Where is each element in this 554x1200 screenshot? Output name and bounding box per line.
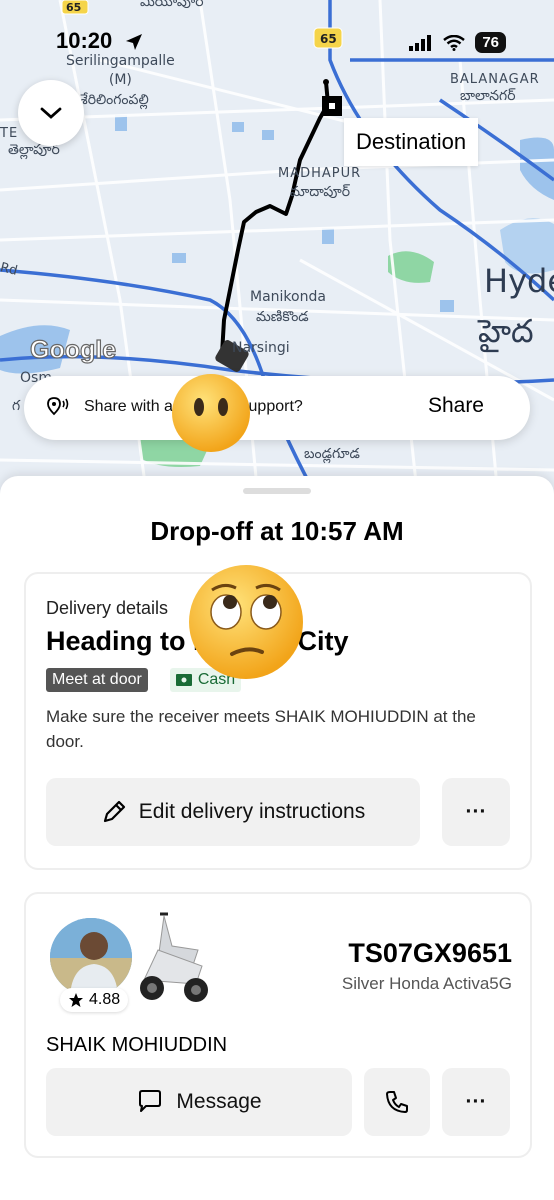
share-trip-bar[interactable]: Share with a friend or support? Share <box>24 376 530 440</box>
sheet-drag-handle[interactable] <box>243 488 311 494</box>
map-label: గ <box>12 398 21 414</box>
status-bar: 10:20 76 <box>0 0 554 70</box>
emoji-sticker-icon <box>172 374 250 452</box>
driver-photo <box>50 918 132 996</box>
map-label: మాదాపూర్ <box>290 184 351 200</box>
edit-delivery-instructions-button[interactable]: Edit delivery instructions <box>46 778 420 846</box>
rating-value: 4.88 <box>89 991 121 1008</box>
delivery-details-label: Delivery details <box>46 598 169 618</box>
phone-icon <box>386 1091 408 1113</box>
chevron-down-icon <box>40 107 62 119</box>
driver-card: 4.88 TS07GX9651 Silver Honda Activa5G SH… <box>24 892 532 1158</box>
map-label: Manikonda <box>250 289 326 305</box>
meet-at-door-badge: Meet at door <box>46 668 148 692</box>
star-icon <box>69 993 83 1007</box>
map-label: మణికొండ <box>256 309 309 325</box>
map-label: MADHAPUR <box>278 166 362 181</box>
map-label: బండ్లగూడ <box>304 446 360 462</box>
dropoff-time-title: Drop-off at 10:57 AM <box>150 516 404 546</box>
chat-bubble-icon <box>139 1090 162 1112</box>
status-time: 10:20 <box>56 28 113 53</box>
license-plate: TS07GX9651 <box>348 938 512 968</box>
message-driver-button[interactable]: Message <box>46 1068 352 1136</box>
google-attribution: Google <box>29 335 117 364</box>
map-view[interactable]: 65 65 మియాపూర్ Serilingampalle (M) శేరిల… <box>0 0 554 520</box>
driver-name: SHAIK MOHIUDDIN <box>46 1034 228 1056</box>
map-label: హైద <box>478 312 534 350</box>
map-label: Narsingi <box>232 340 290 356</box>
emoji-sticker-icon <box>189 565 303 679</box>
map-label: TE <box>0 126 19 141</box>
driver-more-options-button[interactable]: ··· <box>442 1068 510 1136</box>
share-button[interactable]: Share <box>428 394 484 418</box>
destination-callout[interactable]: Destination <box>344 118 479 166</box>
driver-avatar[interactable] <box>50 918 132 996</box>
map-label: BALANAGAR <box>450 72 540 87</box>
call-driver-button[interactable] <box>364 1068 430 1136</box>
trip-bottom-sheet: Drop-off at 10:57 AM Delivery details He… <box>0 476 554 1200</box>
scooter-image <box>140 912 208 1002</box>
more-options-button[interactable]: ··· <box>442 778 510 846</box>
map-label: Hyde <box>484 262 554 300</box>
vehicle-description: Silver Honda Activa5G <box>341 974 512 993</box>
message-label: Message <box>176 1090 262 1113</box>
wifi-icon <box>443 34 466 51</box>
cellular-signal-icon <box>409 34 432 51</box>
map-label: బాలానగర్ <box>460 88 516 104</box>
delivery-description: Make sure the receiver meets SHAIK MOHIU… <box>46 707 476 751</box>
battery-indicator: 76 <box>475 32 506 53</box>
pencil-icon <box>103 800 125 823</box>
cash-icon <box>175 674 192 686</box>
map-label: శేరిలింగంపల్లి <box>80 92 149 108</box>
edit-delivery-label: Edit delivery instructions <box>138 800 366 823</box>
driver-rating: 4.88 <box>60 988 129 1012</box>
location-pin-icon <box>47 397 69 416</box>
location-arrow-icon <box>126 34 142 50</box>
collapse-map-button[interactable] <box>18 80 84 146</box>
